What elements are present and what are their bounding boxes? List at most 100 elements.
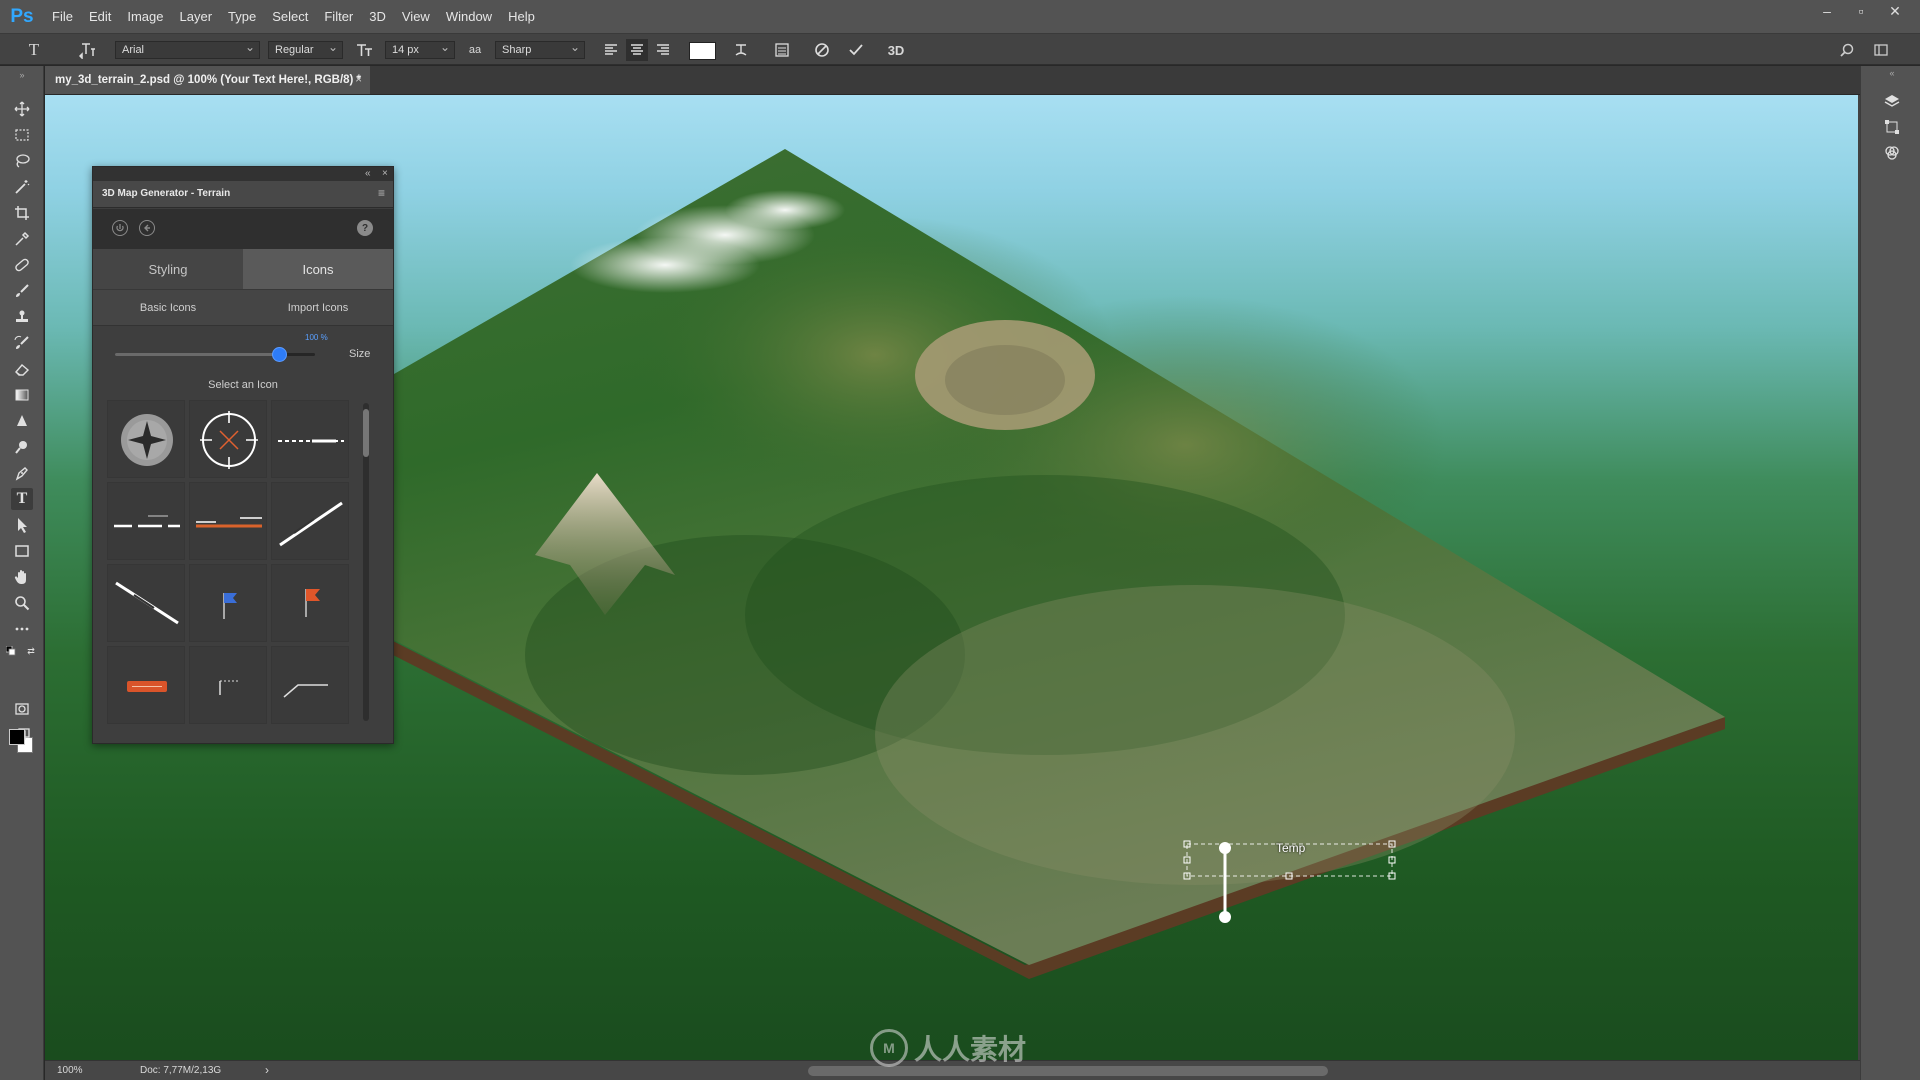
- panel-collapse-icon[interactable]: «: [365, 167, 371, 181]
- move-tool-icon[interactable]: [11, 98, 33, 120]
- small-pin-line-icon[interactable]: [189, 646, 267, 724]
- zoom-tool-icon[interactable]: [11, 592, 33, 614]
- text-color-swatch[interactable]: [689, 42, 716, 60]
- app-logo: Ps: [10, 5, 34, 27]
- toggle-text-orientation-icon[interactable]: [76, 39, 100, 61]
- menu-select[interactable]: Select: [264, 0, 316, 33]
- commit-edits-icon[interactable]: [845, 39, 867, 61]
- select-icon-label: Select an Icon: [208, 379, 278, 391]
- blue-flag-icon[interactable]: [189, 564, 267, 642]
- align-right-icon[interactable]: [652, 39, 674, 61]
- subtab-import-icons[interactable]: Import Icons: [243, 290, 393, 325]
- warp-text-icon[interactable]: [730, 39, 752, 61]
- healing-brush-tool-icon[interactable]: [11, 254, 33, 276]
- hand-tool-icon[interactable]: [11, 566, 33, 588]
- character-panel-icon[interactable]: [771, 39, 793, 61]
- font-family-select[interactable]: Arial: [115, 39, 260, 59]
- menu-edit[interactable]: Edit: [81, 0, 119, 33]
- channels-panel-icon[interactable]: [1883, 144, 1901, 162]
- orange-line-label-icon[interactable]: [189, 482, 267, 560]
- crop-tool-icon[interactable]: [11, 202, 33, 224]
- bent-line-icon[interactable]: [271, 646, 349, 724]
- blur-tool-icon[interactable]: [11, 410, 33, 432]
- icon-grid-scroll-thumb[interactable]: [363, 409, 369, 457]
- size-slider-knob[interactable]: [272, 347, 287, 362]
- close-window-button[interactable]: ✕: [1878, 0, 1912, 22]
- tab-icons[interactable]: Icons: [243, 249, 393, 289]
- menu-layer[interactable]: Layer: [172, 0, 221, 33]
- align-center-icon[interactable]: [626, 39, 648, 61]
- menu-help[interactable]: Help: [500, 0, 543, 33]
- default-colors-icon[interactable]: [6, 646, 16, 656]
- cancel-edits-icon[interactable]: [811, 39, 833, 61]
- menu-type[interactable]: Type: [220, 0, 264, 33]
- size-label: Size: [349, 348, 371, 360]
- quick-mask-icon[interactable]: [11, 698, 33, 720]
- search-icon[interactable]: [1836, 39, 1858, 61]
- font-style-select[interactable]: Regular: [268, 39, 343, 59]
- lasso-tool-icon[interactable]: [11, 150, 33, 172]
- type-tool-preset-icon[interactable]: T: [22, 39, 46, 61]
- subtab-basic-icons[interactable]: Basic Icons: [93, 290, 243, 325]
- compass-rose-icon[interactable]: [107, 400, 185, 478]
- panel-drag-strip[interactable]: « ×: [93, 167, 393, 181]
- menu-image[interactable]: Image: [119, 0, 171, 33]
- brush-tool-icon[interactable]: [11, 280, 33, 302]
- tab-styling[interactable]: Styling: [93, 249, 243, 289]
- pin-text-label[interactable]: Temp: [1276, 841, 1305, 855]
- foreground-color-swatch[interactable]: [9, 729, 25, 745]
- pen-tool-icon[interactable]: [11, 462, 33, 484]
- eyedropper-tool-icon[interactable]: [11, 228, 33, 250]
- menu-view[interactable]: View: [394, 0, 438, 33]
- collapse-tools-icon[interactable]: »: [11, 70, 33, 80]
- font-size-select[interactable]: 14 px: [385, 39, 455, 59]
- magic-wand-tool-icon[interactable]: [11, 176, 33, 198]
- paths-panel-icon[interactable]: [1883, 118, 1901, 136]
- icon-grid-scrollbar[interactable]: [363, 403, 369, 721]
- watermark: M 人人素材: [870, 1028, 1026, 1068]
- menu-filter[interactable]: Filter: [316, 0, 361, 33]
- back-icon[interactable]: [139, 220, 155, 236]
- marquee-tool-icon[interactable]: [11, 124, 33, 146]
- dashed-line-icon[interactable]: [271, 400, 349, 478]
- clone-stamp-tool-icon[interactable]: [11, 306, 33, 328]
- line-label-icon[interactable]: [107, 482, 185, 560]
- path-selection-tool-icon[interactable]: [11, 514, 33, 536]
- menu-items: File Edit Image Layer Type Select Filter 3D View…: [44, 0, 543, 33]
- document-tab[interactable]: my_3d_terrain_2.psd @ 100% (Your Text He…: [45, 66, 370, 94]
- maximize-button[interactable]: ▫: [1844, 0, 1878, 22]
- watermark-logo: M: [870, 1029, 908, 1067]
- rectangle-tool-icon[interactable]: [11, 540, 33, 562]
- menu-window[interactable]: Window: [438, 0, 500, 33]
- close-document-icon[interactable]: ×: [355, 66, 362, 94]
- menu-file[interactable]: File: [44, 0, 81, 33]
- home-icon[interactable]: [112, 220, 128, 236]
- panel-close-icon[interactable]: ×: [382, 167, 388, 181]
- workspace-icon[interactable]: [1870, 39, 1892, 61]
- type-tool-icon[interactable]: T: [11, 488, 33, 510]
- create-3d-button[interactable]: 3D: [882, 39, 910, 61]
- history-brush-tool-icon[interactable]: [11, 332, 33, 354]
- swap-colors-icon[interactable]: ⇄: [26, 646, 36, 656]
- panel-menu-icon[interactable]: ≡: [378, 186, 385, 200]
- gradient-tool-icon[interactable]: [11, 384, 33, 406]
- size-value: 100 %: [305, 333, 328, 342]
- menu-3d[interactable]: 3D: [361, 0, 394, 33]
- orange-flag-icon[interactable]: [271, 564, 349, 642]
- collapse-dock-icon[interactable]: «: [1883, 68, 1901, 78]
- antialias-select[interactable]: Sharp: [495, 39, 585, 59]
- minimize-button[interactable]: –: [1810, 0, 1844, 22]
- size-slider-track[interactable]: [115, 347, 315, 362]
- compass-target-icon[interactable]: [189, 400, 267, 478]
- eraser-tool-icon[interactable]: [11, 358, 33, 380]
- orange-banner-icon[interactable]: [107, 646, 185, 724]
- help-icon[interactable]: ?: [357, 220, 373, 236]
- diagonal-line-icon[interactable]: [271, 482, 349, 560]
- more-tools-icon[interactable]: [11, 618, 33, 640]
- zoom-level[interactable]: 100%: [57, 1065, 83, 1076]
- align-left-icon[interactable]: [600, 39, 622, 61]
- dodge-tool-icon[interactable]: [11, 436, 33, 458]
- diagonal-line-down-icon[interactable]: [107, 564, 185, 642]
- layers-panel-icon[interactable]: [1883, 92, 1901, 110]
- status-menu-arrow[interactable]: ›: [265, 1063, 269, 1077]
